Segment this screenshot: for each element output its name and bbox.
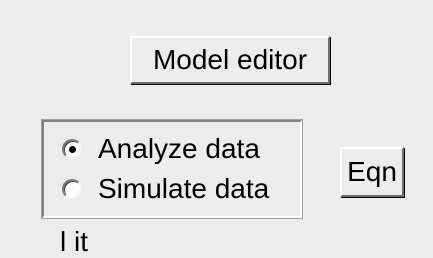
analyze-data-option[interactable]: Analyze data xyxy=(62,132,260,166)
options-panel: Model editor Analyze data Simulate data … xyxy=(0,0,433,257)
simulate-data-label: Simulate data xyxy=(98,173,270,204)
model-editor-button[interactable]: Model editor xyxy=(130,36,330,84)
eqn-button[interactable]: Eqn xyxy=(340,147,404,197)
partially-visible-label: l it xyxy=(60,226,88,257)
radio-selected-icon[interactable] xyxy=(62,139,82,159)
analyze-data-label: Analyze data xyxy=(98,133,260,164)
simulate-data-option[interactable]: Simulate data xyxy=(62,172,269,206)
radio-unselected-icon[interactable] xyxy=(62,179,82,199)
mode-radio-group: Analyze data Simulate data xyxy=(41,119,303,219)
